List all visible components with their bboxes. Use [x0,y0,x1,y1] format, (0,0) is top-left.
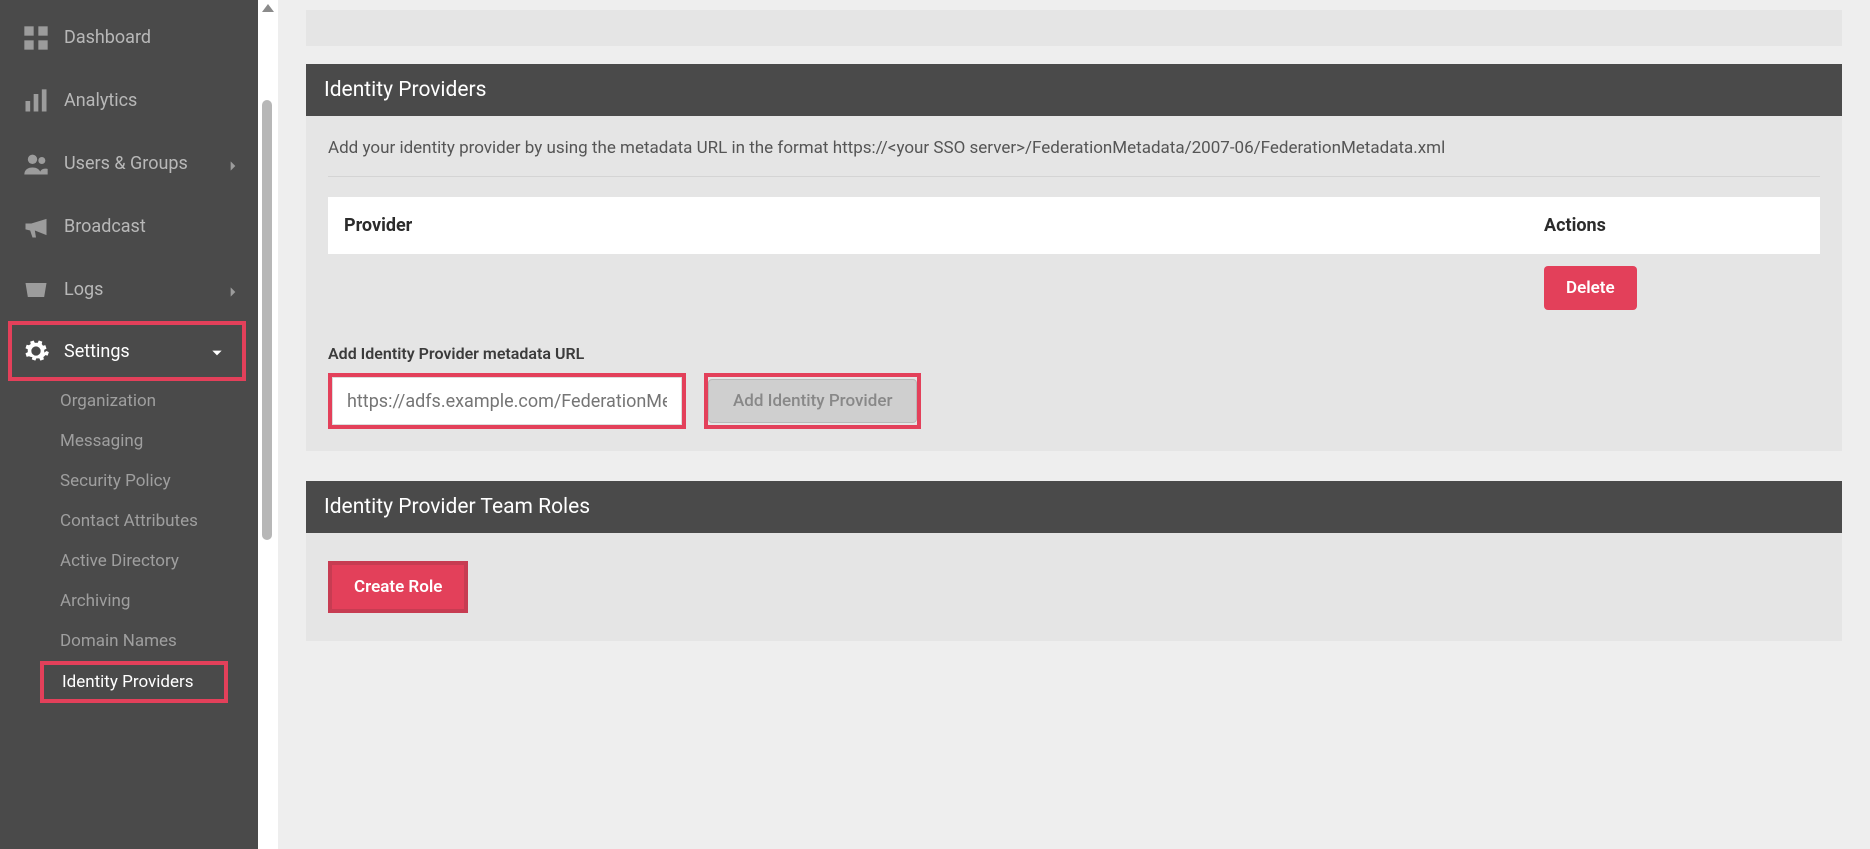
gear-icon [22,339,50,363]
scroll-thumb[interactable] [262,100,272,540]
users-icon [22,152,50,176]
highlight-add-button: Add Identity Provider [704,373,921,429]
sidebar-sub-domain-names[interactable]: Domain Names [0,621,258,661]
cell-actions: Delete [1544,266,1804,310]
panel-team-roles: Identity Provider Team Roles Create Role [306,481,1842,641]
sidebar-item-label: Users & Groups [64,153,188,174]
idp-description: Add your identity provider by using the … [328,138,1820,177]
sidebar-item-label: Analytics [64,90,137,111]
col-actions: Actions [1544,215,1804,236]
chevron-right-icon [226,283,240,297]
main-content: Identity Providers Add your identity pro… [278,0,1870,849]
idp-table: Provider Actions Delete [328,197,1820,322]
sidebar-item-analytics[interactable]: Analytics [0,69,258,132]
delete-button[interactable]: Delete [1544,266,1637,310]
chevron-right-icon [226,157,240,171]
highlight-identity-providers: Identity Providers [40,661,228,703]
sidebar-item-label: Logs [64,279,103,300]
highlight-settings: Settings [8,321,246,381]
panel-header: Identity Provider Team Roles [306,481,1842,533]
sidebar-item-settings[interactable]: Settings [12,325,242,377]
previous-panel-bottom [306,10,1842,46]
table-header: Provider Actions [328,197,1820,254]
sidebar-sub-active-directory[interactable]: Active Directory [0,541,258,581]
sidebar-item-logs[interactable]: Logs [0,258,258,321]
highlight-url-input [328,373,686,429]
add-identity-provider-button[interactable]: Add Identity Provider [708,379,917,423]
chevron-down-icon [210,344,224,358]
sidebar-item-dashboard[interactable]: Dashboard [0,6,258,69]
bar-chart-icon [22,89,50,113]
sidebar-sub-security-policy[interactable]: Security Policy [0,461,258,501]
inbox-icon [22,278,50,302]
sidebar-scrollbar[interactable] [258,0,278,849]
sidebar-sub-organization[interactable]: Organization [0,381,258,421]
col-provider: Provider [344,215,1544,236]
create-role-button[interactable]: Create Role [332,565,464,609]
panel-identity-providers: Identity Providers Add your identity pro… [306,64,1842,451]
bullhorn-icon [22,215,50,239]
sidebar: Dashboard Analytics Users & Groups Broad… [0,0,258,849]
sidebar-item-users-groups[interactable]: Users & Groups [0,132,258,195]
sidebar-item-label: Dashboard [64,27,151,48]
sidebar-sub-messaging[interactable]: Messaging [0,421,258,461]
highlight-create-role: Create Role [328,561,468,613]
sidebar-item-broadcast[interactable]: Broadcast [0,195,258,258]
cell-provider [344,266,1544,310]
sidebar-item-label: Settings [64,341,130,362]
scroll-up-icon [262,4,274,12]
sidebar-sub-contact-attributes[interactable]: Contact Attributes [0,501,258,541]
grid-icon [22,26,50,50]
sidebar-item-label: Broadcast [64,216,146,237]
sidebar-sub-identity-providers[interactable]: Identity Providers [62,665,224,699]
table-row: Delete [328,254,1820,322]
sidebar-sub-archiving[interactable]: Archiving [0,581,258,621]
add-idp-label: Add Identity Provider metadata URL [328,344,1820,363]
panel-header: Identity Providers [306,64,1842,116]
idp-metadata-url-input[interactable] [332,377,682,425]
